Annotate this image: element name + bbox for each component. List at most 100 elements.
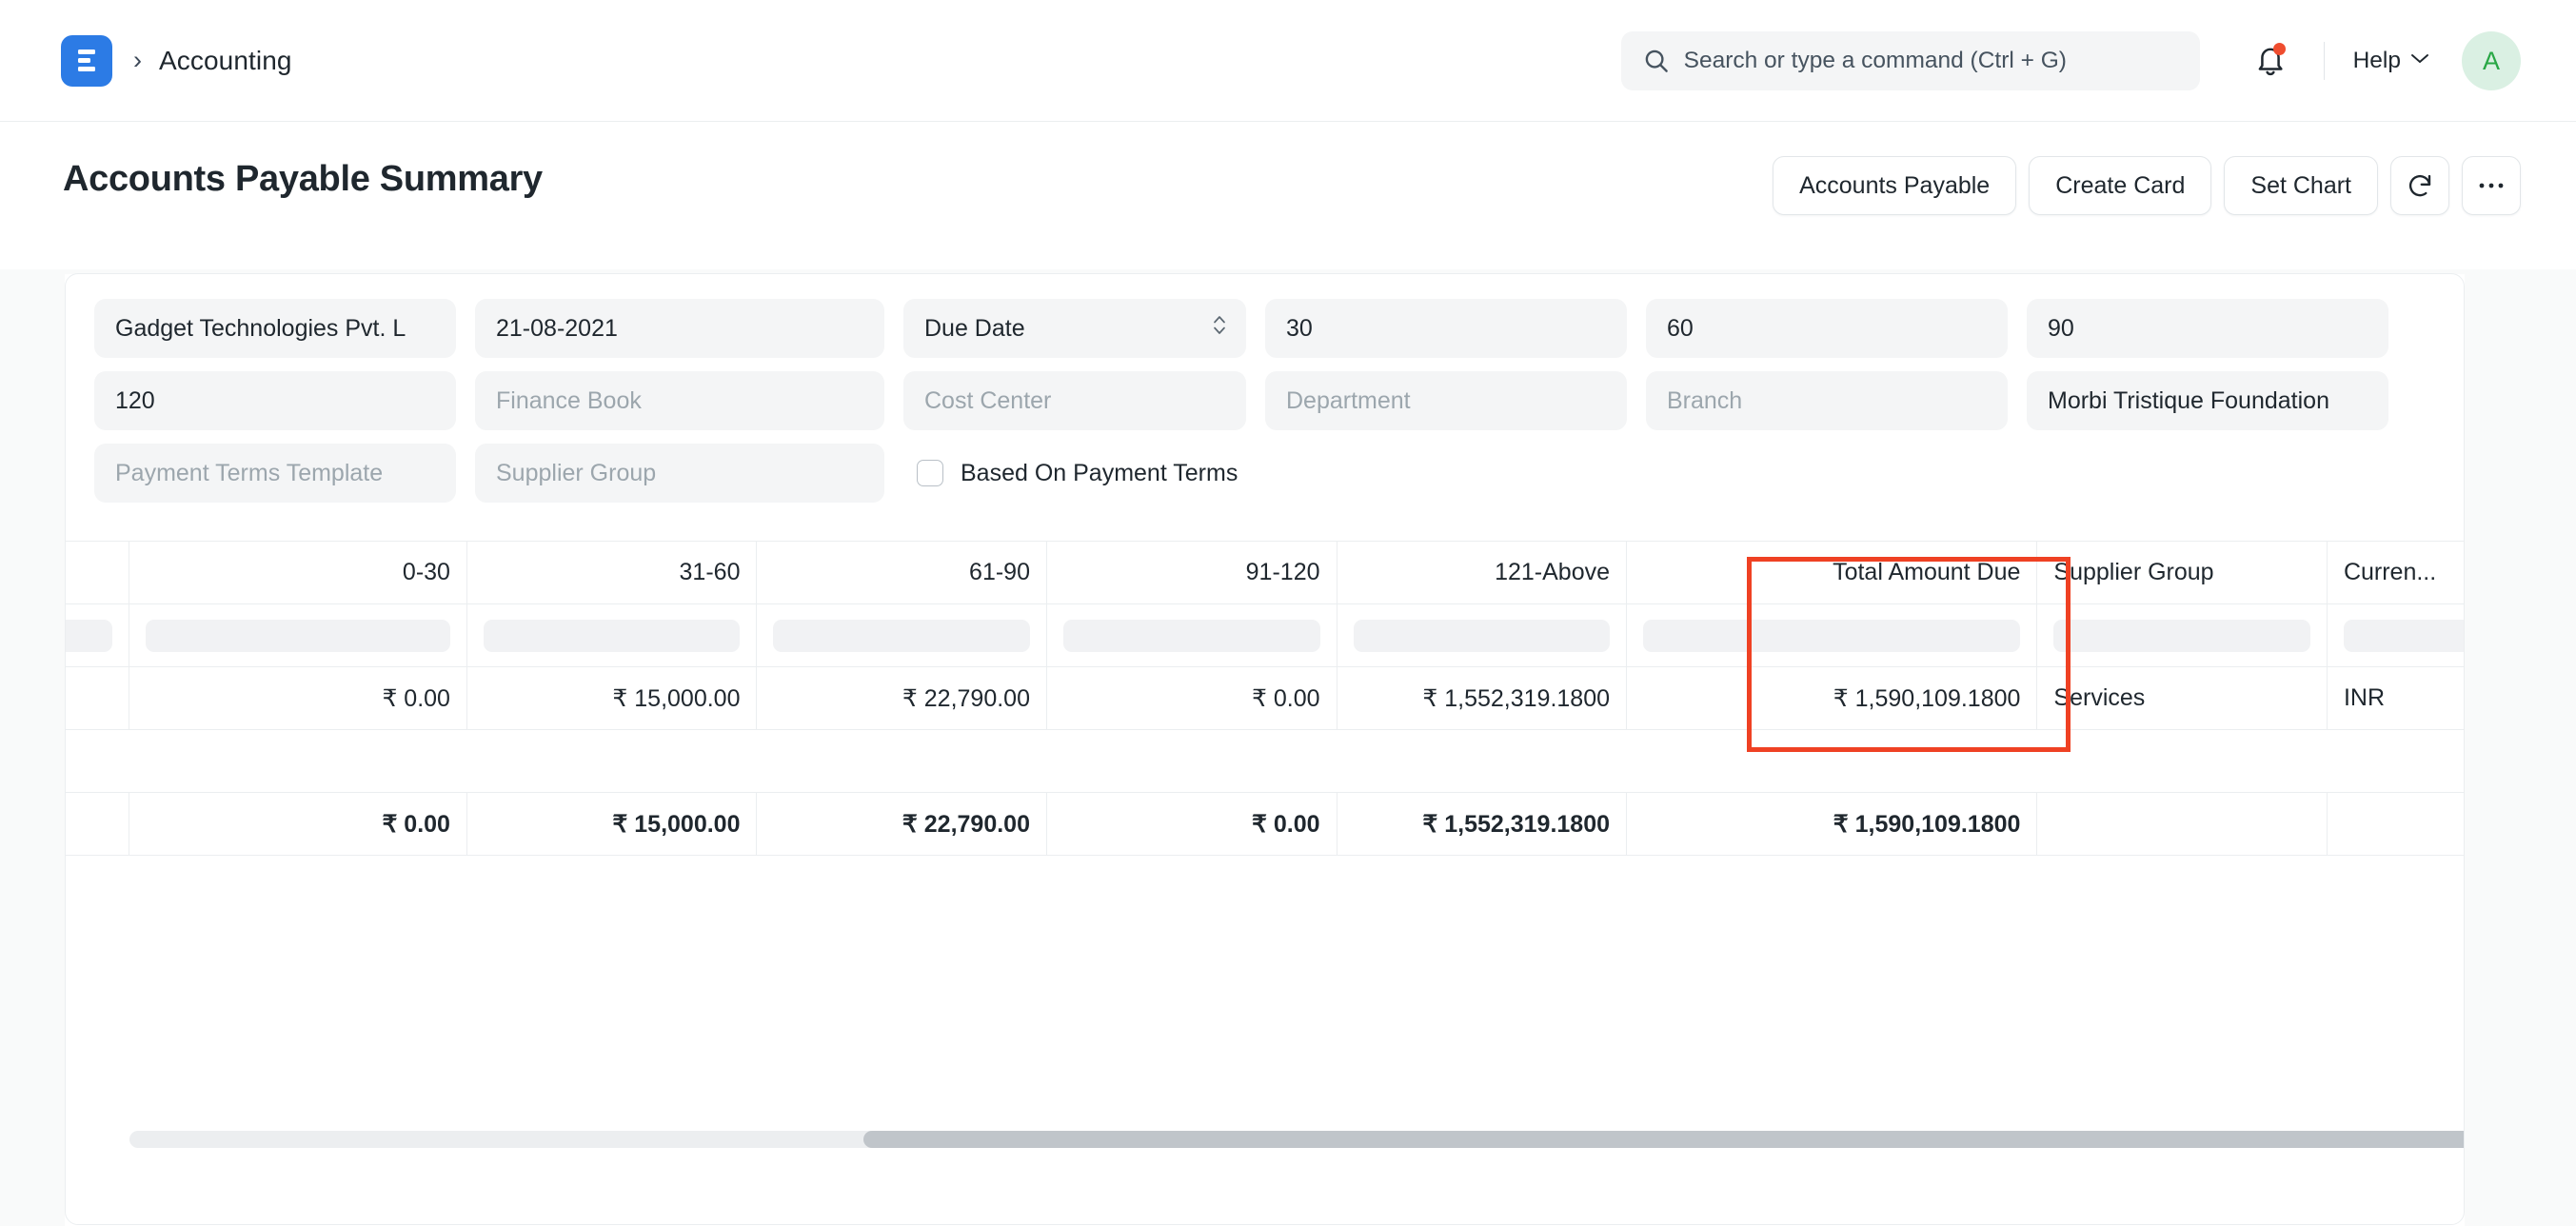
horizontal-scrollbar-thumb[interactable] <box>863 1131 2464 1148</box>
skeleton-cell <box>756 603 1047 667</box>
cell-61-90[interactable]: ₹ 22,790.00 <box>756 666 1047 730</box>
skeleton-cell <box>2036 603 2328 667</box>
filter-supplier[interactable]: Morbi Tristique Foundation <box>2027 371 2388 430</box>
skeleton-bar <box>2343 619 2464 652</box>
filter-company[interactable]: Gadget Technologies Pvt. L <box>94 299 456 358</box>
skeleton-cell <box>1046 603 1338 667</box>
skeleton-cell <box>2327 603 2464 667</box>
filter-posting-date[interactable]: 21-08-2021 <box>475 299 884 358</box>
skeleton-cell <box>66 603 129 667</box>
avatar-initial: A <box>2482 46 2500 75</box>
cell-supplier-group[interactable]: Services <box>2036 666 2328 730</box>
page-actions: Accounts Payable Create Card Set Chart <box>1773 156 2521 215</box>
column-header-0-30[interactable]: 0-30 <box>129 541 467 604</box>
help-menu-button[interactable]: Help <box>2353 48 2429 74</box>
cell-total-amount-due[interactable]: ₹ 1,590,109.1800 <box>1626 666 2038 730</box>
skeleton-bar <box>773 619 1030 652</box>
avatar[interactable]: A <box>2462 31 2521 90</box>
table-row[interactable]: ₹ 5,000.00 ₹ 10,850.00 ₹ 1,815,146.1800 … <box>66 666 2464 730</box>
filter-posting-date-value: 21-08-2021 <box>496 314 618 342</box>
filter-branch[interactable]: Branch <box>1646 371 2008 430</box>
search-input[interactable]: Search or type a command (Ctrl + G) <box>1620 31 2200 90</box>
empty-spacer-row <box>66 729 2464 793</box>
filter-supplier-value: Morbi Tristique Foundation <box>2048 386 2329 414</box>
filter-range-3-value: 90 <box>2048 314 2074 342</box>
filter-cost-center-placeholder: Cost Center <box>924 386 1052 414</box>
column-header-31-60[interactable]: 31-60 <box>466 541 758 604</box>
breadcrumb-separator-icon: › <box>133 46 142 74</box>
notification-badge-dot <box>2272 43 2286 55</box>
filter-row-2: 120 Finance Book Cost Center Department … <box>94 371 2435 430</box>
navbar-right: Search or type a command (Ctrl + G) Help… <box>1620 0 2521 122</box>
report-card: Gadget Technologies Pvt. L 21-08-2021 Du… <box>65 273 2465 1225</box>
total-61-90: ₹ 22,790.00 <box>756 792 1047 856</box>
column-header-currency[interactable]: Curren... <box>2327 541 2464 604</box>
skeleton-cell <box>1626 603 2038 667</box>
filter-ageing-based-on[interactable]: Due Date <box>903 299 1246 358</box>
column-header-outstanding[interactable]: Outstanding ... <box>66 541 129 604</box>
datatable-header: Credit Note Debit Note Outstanding ... 0… <box>66 541 2464 604</box>
column-header-total-amount-due[interactable]: Total Amount Due <box>1626 541 2038 604</box>
filter-range-4[interactable]: 120 <box>94 371 456 430</box>
total-91-120: ₹ 0.00 <box>1046 792 1338 856</box>
refresh-icon[interactable] <box>2390 156 2449 215</box>
erpnext-logo-icon[interactable] <box>61 34 112 87</box>
page-background-right <box>2465 269 2576 1226</box>
ellipsis-icon[interactable] <box>2462 156 2521 215</box>
datatable-scroll-content: Credit Note Debit Note Outstanding ... 0… <box>66 541 2464 856</box>
skeleton-cell <box>129 603 467 667</box>
filter-based-on-payment-terms[interactable]: Based On Payment Terms <box>917 444 1238 503</box>
skeleton-bar <box>1643 619 2021 652</box>
total-supplier-group <box>2036 792 2328 856</box>
notifications-button[interactable] <box>2242 32 2299 89</box>
accounts-payable-summary-table: Credit Note Debit Note Outstanding ... 0… <box>66 541 2464 856</box>
totals-row: ₹ 5,000.00 ₹ 10,850.00 ₹ 1,815,146.1800 … <box>66 792 2464 856</box>
filter-branch-placeholder: Branch <box>1667 386 1743 414</box>
filter-ageing-based-on-value: Due Date <box>924 314 1025 342</box>
filter-range-1[interactable]: 30 <box>1265 299 1627 358</box>
total-total-amount-due: ₹ 1,590,109.1800 <box>1626 792 2038 856</box>
filter-payment-terms-template[interactable]: Payment Terms Template <box>94 444 456 503</box>
cell-31-60[interactable]: ₹ 15,000.00 <box>466 666 758 730</box>
filter-row-1: Gadget Technologies Pvt. L 21-08-2021 Du… <box>94 299 2435 358</box>
set-chart-button[interactable]: Set Chart <box>2224 156 2378 215</box>
filter-department[interactable]: Department <box>1265 371 1627 430</box>
search-icon <box>1642 47 1671 75</box>
filter-range-2[interactable]: 60 <box>1646 299 2008 358</box>
select-stepper-icon <box>1212 313 1227 345</box>
total-121-above: ₹ 1,552,319.1800 <box>1337 792 1628 856</box>
skeleton-bar <box>145 619 450 652</box>
column-header-91-120[interactable]: 91-120 <box>1046 541 1338 604</box>
cell-outstanding[interactable]: ₹ 1,815,146.1800 <box>66 666 129 730</box>
total-currency <box>2327 792 2464 856</box>
checkbox-label: Based On Payment Terms <box>961 459 1238 486</box>
filter-company-value: Gadget Technologies Pvt. L <box>115 314 406 342</box>
total-outstanding: ₹ 1,815,146.1800 <box>66 792 129 856</box>
accounts-payable-button[interactable]: Accounts Payable <box>1773 156 2017 215</box>
column-header-61-90[interactable]: 61-90 <box>756 541 1047 604</box>
chevron-down-icon <box>2410 52 2429 69</box>
skeleton-row <box>66 603 2464 667</box>
create-card-button[interactable]: Create Card <box>2029 156 2212 215</box>
filter-supplier-group[interactable]: Supplier Group <box>475 444 884 503</box>
column-header-121-above[interactable]: 121-Above <box>1337 541 1628 604</box>
filter-finance-book[interactable]: Finance Book <box>475 371 884 430</box>
navbar-left: › Accounting <box>0 34 292 87</box>
datatable-viewport: Credit Note Debit Note Outstanding ... 0… <box>66 541 2464 1224</box>
breadcrumb-accounting[interactable]: Accounting <box>159 46 292 76</box>
checkbox-box[interactable] <box>917 460 943 486</box>
cell-0-30[interactable]: ₹ 0.00 <box>129 666 467 730</box>
cell-currency[interactable]: INR <box>2327 666 2464 730</box>
skeleton-cell <box>1337 603 1628 667</box>
page-title: Accounts Payable Summary <box>63 159 543 199</box>
cell-91-120[interactable]: ₹ 0.00 <box>1046 666 1338 730</box>
header-row: Credit Note Debit Note Outstanding ... 0… <box>66 541 2464 604</box>
filter-payment-terms-template-placeholder: Payment Terms Template <box>115 459 384 486</box>
filter-cost-center[interactable]: Cost Center <box>903 371 1246 430</box>
skeleton-bar <box>483 619 741 652</box>
horizontal-scrollbar[interactable] <box>129 1131 2464 1148</box>
filter-range-3[interactable]: 90 <box>2027 299 2388 358</box>
search-placeholder: Search or type a command (Ctrl + G) <box>1683 48 2067 73</box>
cell-121-above[interactable]: ₹ 1,552,319.1800 <box>1337 666 1628 730</box>
column-header-supplier-group[interactable]: Supplier Group <box>2036 541 2328 604</box>
